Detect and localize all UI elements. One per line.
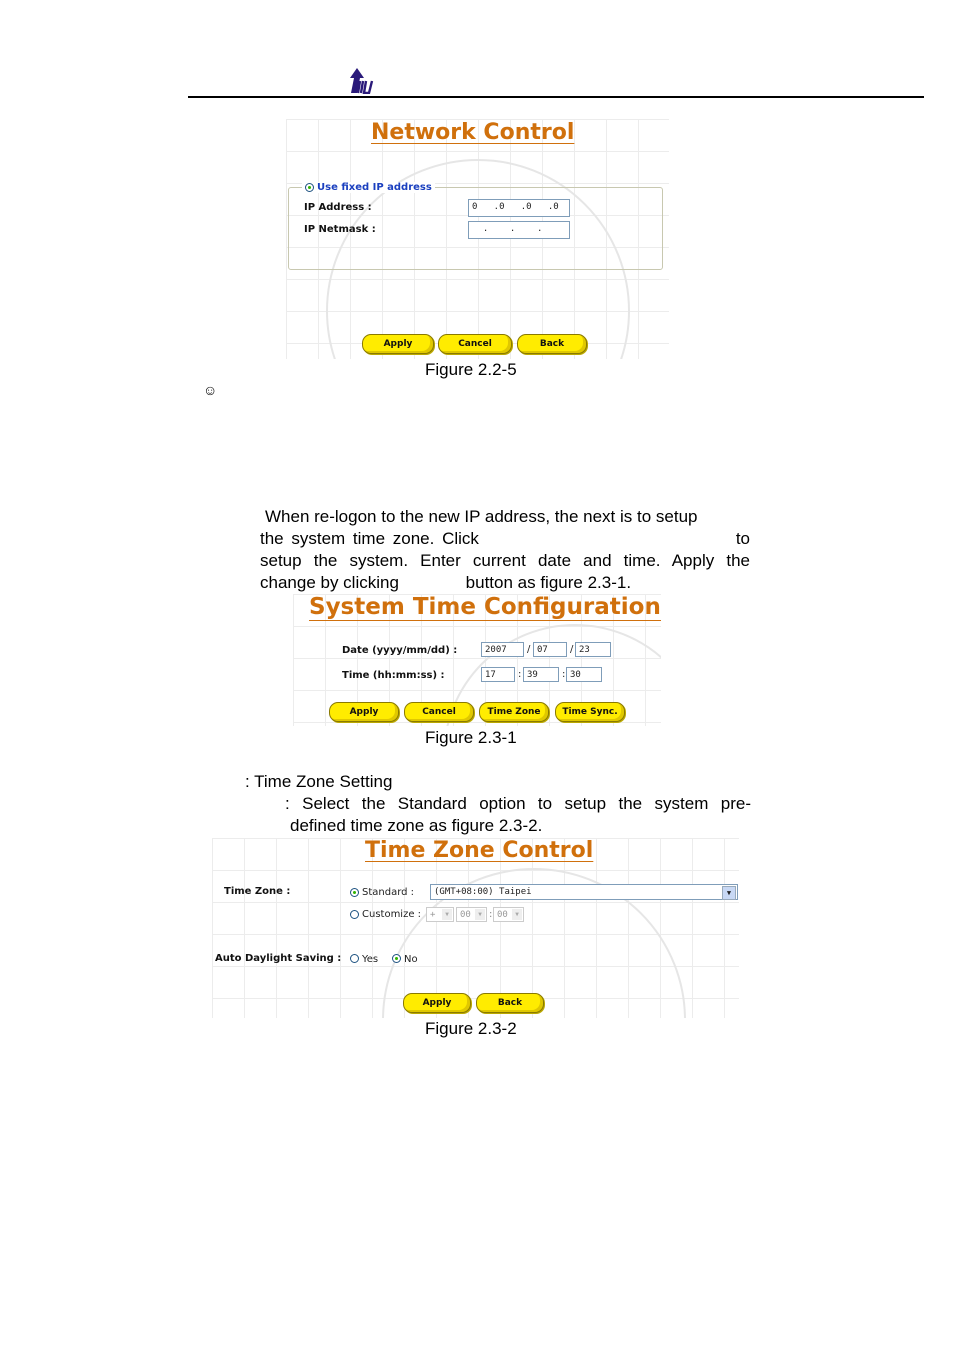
step-description: : Select the Standard option to setup th…: [285, 793, 751, 837]
network-control-figure: Network Control Use fixed IP address IP …: [286, 119, 669, 359]
customize-hours-select[interactable]: 00 ▼: [456, 907, 487, 922]
ip-netmask-label: IP Netmask :: [304, 224, 376, 235]
intro-paragraph: When re-logon to the new IP address, the…: [260, 506, 750, 594]
chevron-down-icon: ▼: [442, 909, 452, 920]
step-line: defined time zone as figure 2.3-2.: [290, 816, 543, 835]
daylight-no-label: No: [404, 954, 418, 965]
customize-label: Customize :: [362, 909, 422, 920]
step-line: : Select the Standard option to setup th…: [285, 794, 751, 813]
paragraph-text: the system time zone. Click: [260, 529, 479, 548]
day-input[interactable]: 23: [575, 642, 611, 657]
standard-radio[interactable]: [350, 888, 359, 897]
paragraph-text: change by clicking: [260, 573, 399, 592]
network-control-title: Network Control: [371, 120, 575, 145]
paragraph-line: the system time zone. Click to: [260, 528, 750, 550]
time-zone-control-figure: Time Zone Control Time Zone : Standard :…: [212, 838, 739, 1018]
back-button[interactable]: Back: [476, 993, 544, 1013]
apply-button[interactable]: Apply: [362, 334, 434, 354]
fixed-ip-legend[interactable]: Use fixed IP address: [302, 182, 435, 193]
selected-timezone: (GMT+08:00) Taipei: [434, 887, 532, 897]
customize-sign-select[interactable]: + ▼: [426, 907, 454, 922]
standard-label: Standard :: [362, 887, 415, 898]
time-zone-control-title: Time Zone Control: [365, 838, 594, 863]
daylight-no-radio[interactable]: [392, 954, 401, 963]
time-label: Time (hh:mm:ss) :: [342, 670, 445, 681]
date-label: Date (yyyy/mm/dd) :: [342, 645, 458, 656]
hour-input[interactable]: 17: [481, 667, 515, 682]
smiley-icon: ☺: [203, 382, 218, 398]
apply-button[interactable]: Apply: [403, 993, 471, 1013]
paragraph-line: When re-logon to the new IP address, the…: [265, 507, 698, 526]
tw-logo-icon: [350, 68, 374, 94]
time-zone-button[interactable]: Time Zone: [479, 702, 549, 722]
customize-radio[interactable]: [350, 910, 359, 919]
time-separator: :: [518, 669, 522, 680]
daylight-yes-radio[interactable]: [350, 954, 359, 963]
step-heading: : Time Zone Setting: [245, 772, 393, 791]
fixed-ip-legend-label: Use fixed IP address: [317, 182, 432, 193]
apply-button[interactable]: Apply: [329, 702, 399, 722]
paragraph-text: button as figure 2.3-1.: [465, 573, 632, 592]
system-time-figure: System Time Configuration Date (yyyy/mm/…: [293, 594, 661, 726]
figure-caption: Figure 2.2-5: [425, 360, 517, 379]
paragraph-line: change by clicking button as figure 2.3-…: [260, 572, 750, 594]
figure-caption: Figure 2.3-2: [425, 1019, 517, 1038]
header-rule: [188, 96, 924, 98]
ip-address-label: IP Address :: [304, 202, 372, 213]
chevron-down-icon: ▼: [475, 909, 485, 920]
date-separator: /: [527, 644, 531, 655]
minute-input[interactable]: 39: [523, 667, 559, 682]
second-input[interactable]: 30: [566, 667, 602, 682]
customize-separator: :: [489, 909, 493, 920]
figure-caption: Figure 2.3-1: [425, 728, 517, 747]
ip-address-input[interactable]: 0 .0 .0 .0: [468, 199, 570, 217]
fixed-ip-radio[interactable]: [305, 183, 314, 192]
sign-value: +: [430, 910, 436, 920]
cancel-button[interactable]: Cancel: [438, 334, 512, 354]
time-zone-label: Time Zone :: [224, 886, 291, 897]
standard-timezone-select[interactable]: (GMT+08:00) Taipei ▼: [430, 884, 738, 900]
daylight-saving-label: Auto Daylight Saving :: [215, 953, 342, 964]
system-time-title: System Time Configuration: [309, 594, 661, 621]
minutes-value: 00: [497, 910, 508, 920]
date-separator: /: [570, 644, 574, 655]
ip-netmask-input[interactable]: . . .: [468, 221, 570, 239]
back-button[interactable]: Back: [517, 334, 587, 354]
time-sync-button[interactable]: Time Sync.: [555, 702, 625, 722]
chevron-down-icon: ▼: [512, 909, 522, 920]
paragraph-line: setup the system. Enter current date and…: [260, 551, 750, 570]
year-input[interactable]: 2007: [481, 642, 524, 657]
hours-value: 00: [460, 910, 471, 920]
daylight-yes-label: Yes: [362, 954, 379, 965]
month-input[interactable]: 07: [533, 642, 567, 657]
customize-minutes-select[interactable]: 00 ▼: [493, 907, 524, 922]
cancel-button[interactable]: Cancel: [404, 702, 474, 722]
time-separator: :: [562, 669, 566, 680]
chevron-down-icon[interactable]: ▼: [722, 886, 736, 900]
paragraph-text: to: [735, 529, 750, 548]
